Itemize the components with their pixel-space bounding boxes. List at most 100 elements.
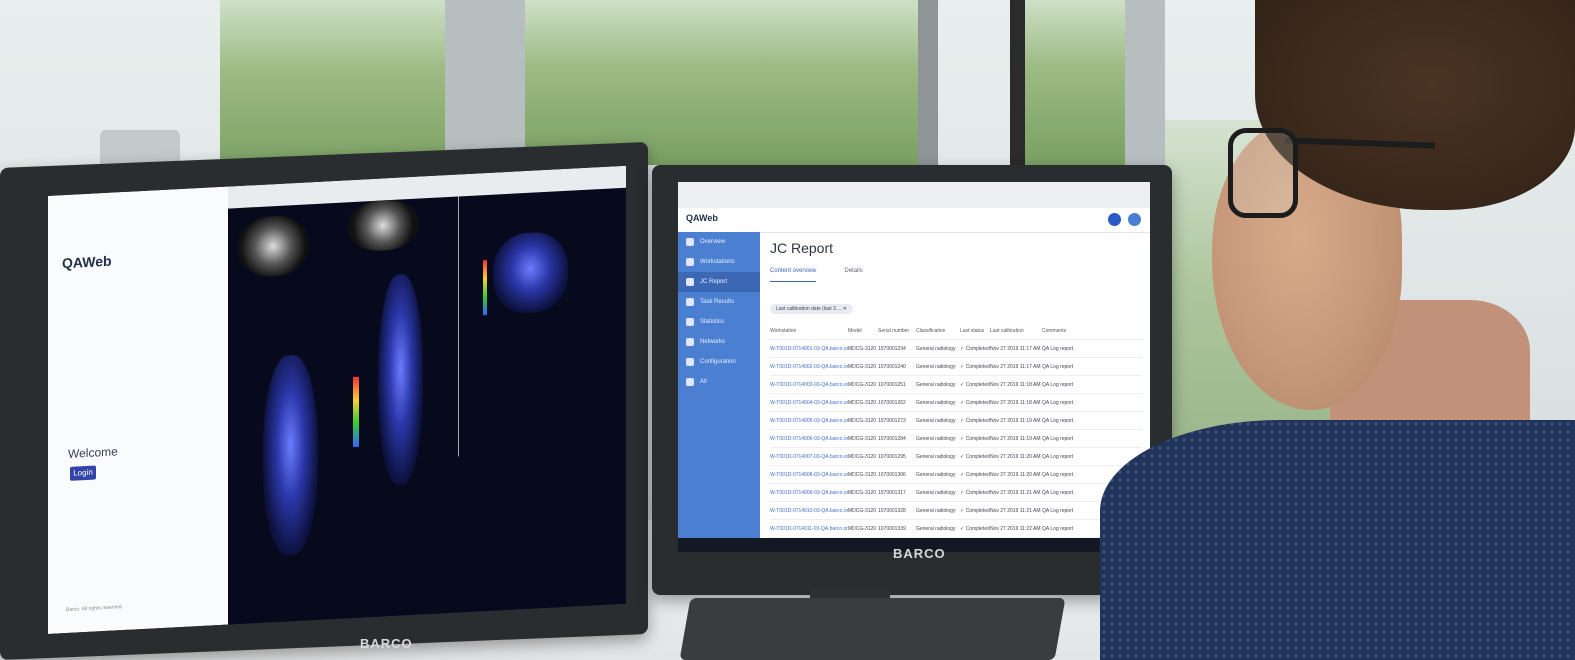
table-cell: 1070001240: [878, 363, 906, 370]
table-cell: ✓ Completed: [960, 435, 990, 442]
sidebar-item[interactable]: Workstations: [678, 252, 760, 272]
column-header[interactable]: Model: [848, 328, 878, 334]
table-row[interactable]: W-T001D-0714004-03-QA.barco.org MDCG-3120…: [770, 394, 1142, 412]
table-cell: ✓ Completed: [960, 363, 990, 370]
table-cell: 1070001251: [878, 381, 906, 388]
table-cell: MDCG-3120: [848, 363, 877, 370]
workstation-link[interactable]: W-T001D-0714009-03-QA.barco.org: [770, 490, 848, 496]
table-cell: QA Log report: [1042, 453, 1074, 460]
table-cell: 1070001295: [878, 453, 906, 460]
workstation-link[interactable]: W-T001D-0714003-03-QA.barco.org: [770, 382, 848, 388]
sidebar-item[interactable]: Overview: [678, 232, 760, 252]
sidebar-item-icon: [686, 318, 694, 326]
login-button[interactable]: Login: [70, 465, 96, 481]
table-cell: General radiology: [916, 525, 956, 532]
sidebar-item[interactable]: Configuration: [678, 352, 760, 372]
column-header[interactable]: Classification: [916, 328, 960, 334]
table-cell: General radiology: [916, 435, 956, 442]
window-mullion: [918, 0, 938, 165]
notification-icon[interactable]: [1108, 213, 1121, 226]
workstation-link[interactable]: W-T001D-0714004-03-QA.barco.org: [770, 400, 848, 406]
table-row[interactable]: W-T001D-0714011-03-QA.barco.org MDCG-3120…: [770, 520, 1142, 538]
table-cell: 1070001339: [878, 525, 906, 532]
sidebar-item[interactable]: Statistics: [678, 312, 760, 332]
table-cell: General radiology: [916, 345, 956, 352]
table-cell: MDCG-3120: [848, 525, 877, 532]
table-row[interactable]: W-T001D-0714010-03-QA.barco.org MDCG-3120…: [770, 502, 1142, 520]
column-header[interactable]: Last calibration: [990, 328, 1042, 334]
person-shirt: [1100, 420, 1575, 660]
workstation-link[interactable]: W-T001D-0714011-03-QA.barco.org: [770, 526, 848, 532]
table-cell: MDCG-3120: [848, 471, 877, 478]
table-row[interactable]: W-T001D-0714002-03-QA.barco.org MDCG-3120…: [770, 358, 1142, 376]
table-cell: ✓ Completed: [960, 417, 990, 424]
table-row[interactable]: W-T001D-0714003-03-QA.barco.org MDCG-3120…: [770, 376, 1142, 394]
workstation-link[interactable]: W-T001D-0714002-03-QA.barco.org: [770, 364, 848, 370]
ct-image-area: [228, 187, 626, 625]
table-row[interactable]: W-T001D-0714005-03-QA.barco.org MDCG-3120…: [770, 412, 1142, 430]
workstation-link[interactable]: W-T001D-0714010-03-QA.barco.org: [770, 508, 848, 514]
table-cell: Nov 27 2019 11:22 AM: [990, 525, 1041, 532]
table-cell: MDCG-3120: [848, 417, 877, 424]
pet-body-scan: [378, 273, 423, 486]
table-row[interactable]: W-T001D-0714009-03-QA.barco.org MDCG-3120…: [770, 484, 1142, 502]
qaweb-logo: QAWeb: [686, 213, 718, 223]
sidebar-item-label: Configuration: [700, 359, 736, 365]
table-cell: MDCG-3120: [848, 381, 877, 388]
workstation-link[interactable]: W-T001D-0714007-03-QA.barco.org: [770, 454, 848, 460]
workstation-link[interactable]: W-T001D-0714008-03-QA.barco.org: [770, 472, 848, 478]
window-pane: [1025, 0, 1125, 165]
sidebar-item-label: All: [700, 379, 707, 385]
sidebar-item-icon: [686, 238, 694, 246]
table-cell: Nov 27 2019 11:21 AM: [990, 507, 1041, 514]
table-cell: 1070001317: [878, 489, 906, 496]
sidebar-item[interactable]: Task Results: [678, 292, 760, 312]
table-cell: General radiology: [916, 399, 956, 406]
filter-chip[interactable]: Last calibration date (last 3 ... ✕: [770, 304, 853, 314]
table-cell: Nov 27 2019 11:19 AM: [990, 435, 1041, 442]
workstation-link[interactable]: W-T001D-0714001-03-QA.barco.org: [770, 346, 848, 352]
tab-details[interactable]: Details: [844, 268, 862, 282]
column-header[interactable]: Last status: [960, 328, 990, 334]
window-mullion: [1010, 0, 1025, 165]
table-row[interactable]: W-T001D-0714008-03-QA.barco.org MDCG-3120…: [770, 466, 1142, 484]
table-cell: ✓ Completed: [960, 489, 990, 496]
sidebar-item-label: JC Report: [700, 279, 728, 285]
table-cell: Nov 27 2019 11:17 AM: [990, 363, 1041, 370]
table-cell: QA Log report: [1042, 507, 1074, 514]
sidebar-item[interactable]: All: [678, 372, 760, 392]
sidebar-item[interactable]: Networks: [678, 332, 760, 352]
sidebar-item-label: Statistics: [700, 319, 725, 325]
column-header[interactable]: Serial number: [878, 328, 916, 334]
left-monitor-brand-logo: BARCO: [360, 636, 413, 651]
sidebar-item[interactable]: JC Report: [678, 272, 760, 292]
browser-address-bar[interactable]: [678, 182, 1150, 209]
table-cell: 1070001284: [878, 435, 906, 442]
column-header[interactable]: Comments: [1042, 328, 1102, 334]
table-row[interactable]: W-T001D-0714001-03-QA.barco.org MDCG-3120…: [770, 340, 1142, 358]
table-row[interactable]: W-T001D-0714007-03-QA.barco.org MDCG-3120…: [770, 448, 1142, 466]
sidebar-item-icon: [686, 358, 694, 366]
ct-slice: [348, 198, 418, 253]
sidebar-item-label: Networks: [700, 339, 726, 345]
table-cell: MDCG-3120: [848, 489, 877, 496]
user-avatar[interactable]: [1128, 213, 1141, 226]
sidebar: Overview Workstations JC Report Task Result…: [678, 232, 760, 538]
sidebar-item-label: Workstations: [700, 259, 735, 265]
sidebar-item-icon: [686, 278, 694, 286]
workstation-link[interactable]: W-T001D-0714005-03-QA.barco.org: [770, 418, 848, 424]
column-header[interactable]: Workstation: [770, 328, 848, 334]
left-monitor-screen: QAWeb Welcome Login Barco. All rights re…: [48, 165, 626, 634]
table-cell: QA Log report: [1042, 399, 1074, 406]
workstation-link[interactable]: W-T001D-0714006-03-QA.barco.org: [770, 436, 848, 442]
table-cell: QA Log report: [1042, 363, 1074, 370]
table-cell: ✓ Completed: [960, 507, 990, 514]
table-row[interactable]: W-T001D-0714006-03-QA.barco.org MDCG-3120…: [770, 430, 1142, 448]
window-mullion: [1125, 0, 1165, 170]
table-cell: General radiology: [916, 381, 956, 388]
window-pane: [220, 0, 450, 175]
tab-content-overview[interactable]: Content overview: [770, 268, 817, 282]
login-panel: QAWeb Welcome Login Barco. All rights re…: [48, 186, 228, 634]
table-cell: MDCG-3120: [848, 453, 877, 460]
table-cell: MDCG-3120: [848, 399, 877, 406]
